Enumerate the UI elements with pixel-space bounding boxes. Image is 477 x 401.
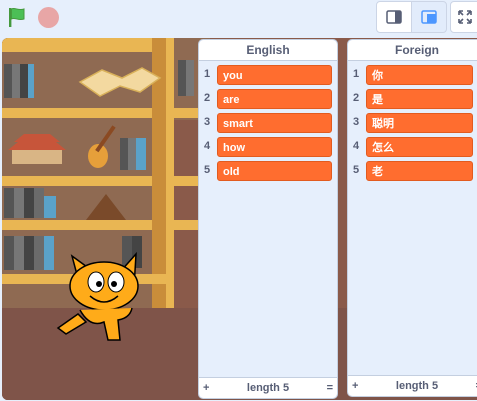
list-item: 5 old — [199, 159, 337, 183]
large-stage-icon — [421, 10, 437, 24]
item-value[interactable]: are — [217, 89, 332, 109]
list-rows: 1 you 2 are 3 smart 4 how 5 old — [199, 61, 337, 183]
item-index: 5 — [203, 164, 211, 176]
item-index: 3 — [203, 116, 211, 128]
stage-header — [0, 0, 477, 36]
item-index: 3 — [352, 116, 360, 128]
item-value[interactable]: 老 — [366, 161, 473, 181]
list-item: 1你 — [348, 63, 477, 87]
list-item: 5老 — [348, 159, 477, 183]
item-index: 2 — [352, 92, 360, 104]
list-item: 3 smart — [199, 111, 337, 135]
fullscreen-button[interactable] — [450, 1, 477, 33]
item-value[interactable]: old — [217, 161, 332, 181]
item-value[interactable]: you — [217, 65, 332, 85]
cat-sprite[interactable] — [50, 236, 160, 346]
item-value[interactable]: 聪明 — [366, 113, 473, 133]
item-value[interactable]: 是 — [366, 89, 473, 109]
list-item: 2是 — [348, 87, 477, 111]
list-item: 4 怎么 — [348, 135, 477, 159]
list-length: length 5 — [395, 380, 439, 392]
list-title: English — [199, 40, 337, 61]
item-value[interactable]: smart — [217, 113, 332, 133]
small-stage-button[interactable] — [376, 1, 412, 33]
item-index: 2 — [203, 92, 211, 104]
fullscreen-icon — [458, 10, 472, 24]
resize-handle[interactable]: = — [327, 378, 333, 398]
small-stage-icon — [386, 10, 402, 24]
list-item: 4 how — [199, 135, 337, 159]
stop-sign-icon[interactable] — [38, 7, 59, 28]
list-footer: + length 5 = — [199, 377, 337, 398]
green-flag-icon[interactable] — [5, 5, 29, 29]
item-index: 4 — [203, 140, 211, 152]
item-index: 5 — [352, 164, 360, 176]
list-item: 3 聪明 — [348, 111, 477, 135]
item-value[interactable]: 怎么 — [366, 137, 473, 157]
list-item: 2 are — [199, 87, 337, 111]
list-footer: + length 5 = — [348, 375, 477, 396]
item-value[interactable]: 你 — [366, 65, 473, 85]
item-value[interactable]: how — [217, 137, 332, 157]
list-monitor-english[interactable]: English 1 you 2 are 3 smart 4 how 5 old + len… — [198, 39, 338, 399]
item-index: 4 — [352, 140, 360, 152]
large-stage-button[interactable] — [411, 1, 447, 33]
list-rows: 1你 2是 3 聪明 4 怎么 5老 — [348, 61, 477, 183]
list-item: 1 you — [199, 63, 337, 87]
list-monitor-foreign[interactable]: Foreign 1你 2是 3 聪明 4 怎么 5老 + length 5 = — [347, 39, 477, 397]
list-length: length 5 — [246, 382, 290, 394]
item-index: 1 — [203, 68, 211, 80]
item-index: 1 — [352, 68, 360, 80]
list-title: Foreign — [348, 40, 477, 61]
